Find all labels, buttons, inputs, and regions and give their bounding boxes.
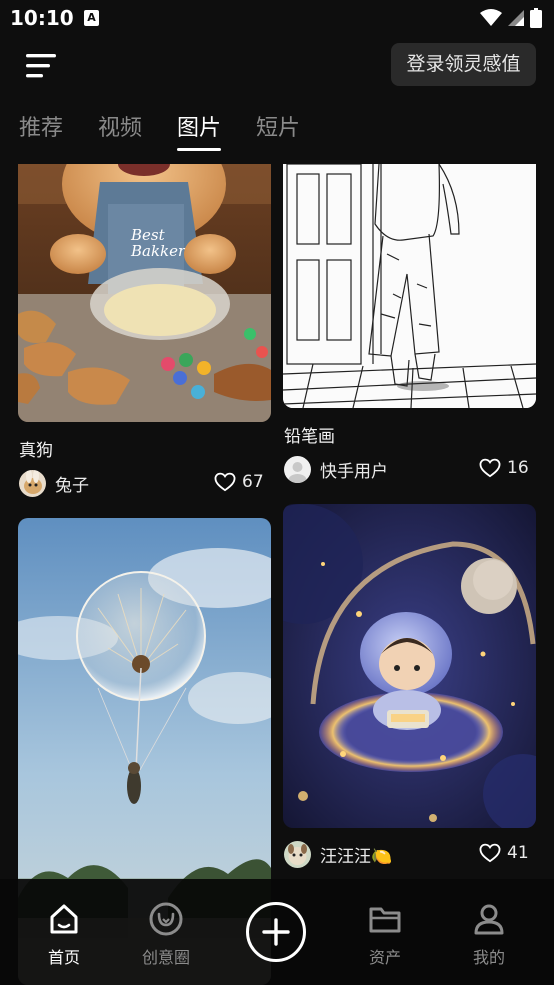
category-tabs: 推荐 视频 图片 短片	[19, 112, 335, 156]
bottom-nav: 首页 创意圈 资产 我的	[0, 879, 554, 985]
tab-shorts[interactable]: 短片	[256, 112, 300, 152]
card-image[interactable]	[283, 164, 536, 408]
creative-circle-icon	[149, 902, 183, 936]
like-number: 41	[507, 843, 529, 863]
like-count[interactable]: 16	[479, 458, 529, 478]
tab-video[interactable]: 视频	[98, 112, 142, 152]
like-number: 16	[507, 458, 529, 478]
nav-assets-label: 资产	[368, 948, 401, 967]
card-image[interactable]	[283, 504, 536, 828]
notification-icon: A	[84, 10, 99, 26]
author-name[interactable]: 兔子	[55, 471, 89, 496]
card-title[interactable]: 真狗	[19, 436, 53, 461]
tab-recommend[interactable]: 推荐	[19, 112, 63, 152]
card-title[interactable]: 铅笔画	[284, 422, 335, 447]
login-button[interactable]: 登录领灵感值	[391, 43, 536, 86]
status-time: 10:10	[10, 6, 74, 30]
author-row[interactable]: 快手用户	[284, 456, 388, 483]
plus-icon	[262, 918, 290, 946]
status-bar: 10:10 A	[0, 0, 554, 36]
battery-icon	[530, 8, 542, 28]
heart-icon[interactable]	[214, 472, 236, 492]
astronaut-image	[283, 504, 536, 828]
status-indicators	[480, 8, 542, 28]
nav-mine[interactable]: 我的	[449, 901, 529, 968]
author-row[interactable]: 汪汪汪🍋	[284, 841, 392, 868]
card-image[interactable]: Best Bakker	[18, 164, 271, 422]
nav-assets[interactable]: 资产	[345, 901, 425, 968]
tab-images[interactable]: 图片	[177, 112, 222, 152]
create-button[interactable]	[246, 902, 306, 962]
nav-creative-circle-label: 创意圈	[141, 948, 190, 967]
author-name[interactable]: 快手用户	[320, 457, 388, 482]
user-icon	[474, 904, 504, 935]
pencil-drawing-image	[283, 164, 536, 408]
feed-card[interactable]: Best Bakker 真狗 兔子 67	[18, 164, 271, 504]
like-count[interactable]: 67	[214, 472, 264, 492]
nav-home-label: 首页	[47, 948, 80, 967]
like-count[interactable]: 41	[479, 843, 529, 863]
home-icon	[50, 904, 78, 934]
svg-text:Bakker: Bakker	[130, 242, 186, 260]
nav-mine-label: 我的	[472, 948, 505, 967]
image-feed: Best Bakker 真狗 兔子 67 铅笔画 快手用户 16 汪汪汪🍋 41	[0, 164, 554, 985]
author-name[interactable]: 汪汪汪🍋	[320, 842, 392, 867]
avatar[interactable]	[284, 841, 311, 868]
heart-icon[interactable]	[479, 458, 501, 478]
feed-card[interactable]: 铅笔画 快手用户 16	[283, 164, 536, 489]
avatar[interactable]	[284, 456, 311, 483]
baker-dog-image: Best Bakker	[18, 164, 271, 422]
wifi-icon	[480, 9, 502, 26]
heart-icon[interactable]	[479, 843, 501, 863]
nav-creative-circle[interactable]: 创意圈	[126, 901, 206, 968]
author-row[interactable]: 兔子	[19, 470, 89, 497]
like-number: 67	[242, 472, 264, 492]
feed-card[interactable]: 汪汪汪🍋 41	[283, 504, 536, 874]
avatar[interactable]	[19, 470, 46, 497]
menu-icon[interactable]	[24, 52, 58, 80]
nav-home[interactable]: 首页	[24, 901, 104, 968]
folder-icon	[369, 907, 401, 933]
signal-icon	[508, 10, 524, 26]
